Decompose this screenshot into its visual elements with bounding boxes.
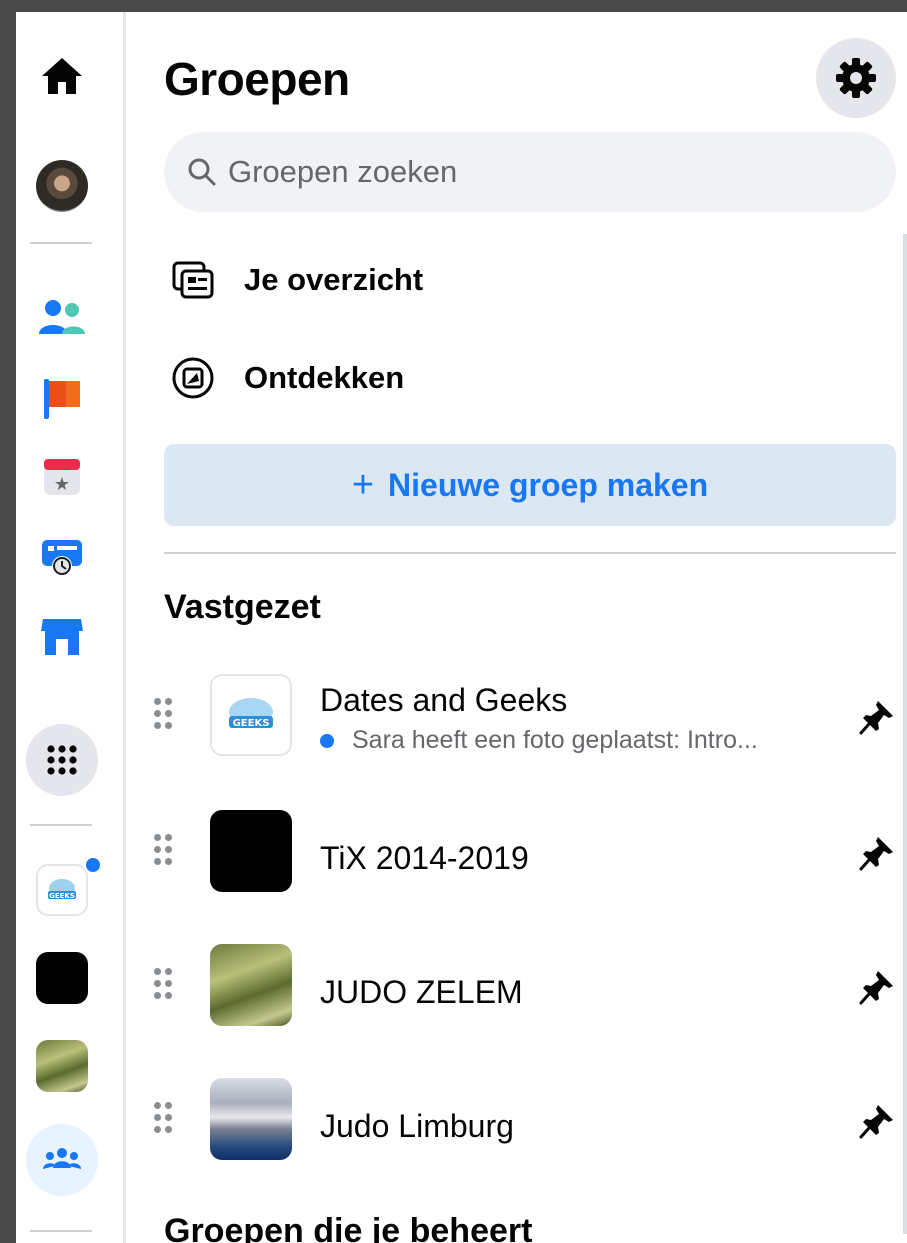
group-activity: Sara heeft een foto geplaatst: Intro... <box>320 726 758 755</box>
pin-icon[interactable] <box>858 968 896 1006</box>
drag-handle-icon[interactable] <box>154 834 174 870</box>
search-icon <box>188 158 216 186</box>
drag-handle-icon[interactable] <box>154 968 174 1004</box>
section-title-managed: Groepen die je beheert <box>164 1212 533 1243</box>
pinned-group-row[interactable]: JUDO ZELEM <box>150 938 900 1038</box>
settings-button[interactable] <box>816 38 896 118</box>
events-calendar-icon[interactable]: ★ <box>26 440 98 512</box>
group-thumbnail[interactable] <box>210 810 292 892</box>
menu-item-label: Ontdekken <box>244 360 405 395</box>
svg-text:GEEKS: GEEKS <box>233 718 270 729</box>
group-name[interactable]: TiX 2014-2019 <box>320 840 529 877</box>
group-thumbnail[interactable] <box>210 944 292 1026</box>
app-frame: ★ GEEKS Groepen Groepen zoeken Je overzi… <box>16 12 907 1243</box>
drag-handle-icon[interactable] <box>154 1102 174 1138</box>
svg-text:GEEKS: GEEKS <box>49 892 75 900</box>
group-name[interactable]: JUDO ZELEM <box>320 974 523 1011</box>
compass-icon <box>170 355 216 401</box>
scrollbar[interactable] <box>903 234 907 1234</box>
group-thumbnail[interactable] <box>210 1078 292 1160</box>
page-title: Groepen <box>164 53 350 105</box>
home-icon[interactable] <box>26 40 98 112</box>
search-bar[interactable] <box>164 132 896 212</box>
groups-panel: Groepen Groepen zoeken Je overzicht Ontd… <box>126 12 907 1243</box>
group-thumbnail <box>36 952 88 1004</box>
pinned-group-row[interactable]: Judo Limburg <box>150 1072 900 1172</box>
group-thumbnail[interactable]: GEEKS <box>210 674 292 756</box>
groups-icon[interactable] <box>26 1124 98 1196</box>
pinned-group-row[interactable]: GEEKS Dates and Geeks Sara heeft een fot… <box>150 668 900 768</box>
apps-grid-icon[interactable] <box>26 724 98 796</box>
rail-group-tix[interactable] <box>26 942 98 1014</box>
pin-icon[interactable] <box>858 698 896 736</box>
menu-item-overview[interactable]: Je overzicht <box>164 240 896 320</box>
section-title-pinned: Vastgezet <box>164 588 321 626</box>
group-activity-text: Sara heeft een foto geplaatst: Intro... <box>352 726 758 754</box>
unread-dot <box>84 856 102 874</box>
rail-group-judo-zelem[interactable] <box>26 1030 98 1102</box>
pin-icon[interactable] <box>858 834 896 872</box>
menu-item-label: Je overzicht <box>244 262 424 297</box>
memories-icon[interactable] <box>26 520 98 592</box>
gear-icon <box>836 58 876 98</box>
svg-text:★: ★ <box>54 474 70 495</box>
unread-dot <box>320 733 334 748</box>
friends-icon[interactable] <box>26 282 98 354</box>
divider <box>164 552 896 554</box>
group-name[interactable]: Judo Limburg <box>320 1108 514 1145</box>
drag-handle-icon[interactable] <box>154 698 174 734</box>
rail-divider <box>30 242 92 244</box>
menu-item-discover[interactable]: Ontdekken <box>164 338 896 418</box>
group-thumbnail <box>36 1040 88 1092</box>
rail-divider <box>30 1230 92 1232</box>
rail-divider <box>30 824 92 826</box>
feed-icon <box>170 257 216 303</box>
pinned-group-row[interactable]: TiX 2014-2019 <box>150 804 900 904</box>
plus-icon: + <box>351 463 375 506</box>
search-input[interactable] <box>228 154 828 190</box>
marketplace-icon[interactable] <box>26 600 98 672</box>
rail-group-dates-and-geeks[interactable]: GEEKS <box>26 854 102 926</box>
group-thumbnail: GEEKS <box>36 864 88 916</box>
left-rail: ★ GEEKS <box>16 12 126 1243</box>
pin-icon[interactable] <box>858 1102 896 1140</box>
profile-avatar[interactable] <box>26 150 98 222</box>
create-group-button[interactable]: + Nieuwe groep maken <box>164 444 896 526</box>
group-name[interactable]: Dates and Geeks <box>320 682 567 719</box>
create-group-label: Nieuwe groep maken <box>388 466 709 503</box>
pages-flag-icon[interactable] <box>26 362 98 434</box>
